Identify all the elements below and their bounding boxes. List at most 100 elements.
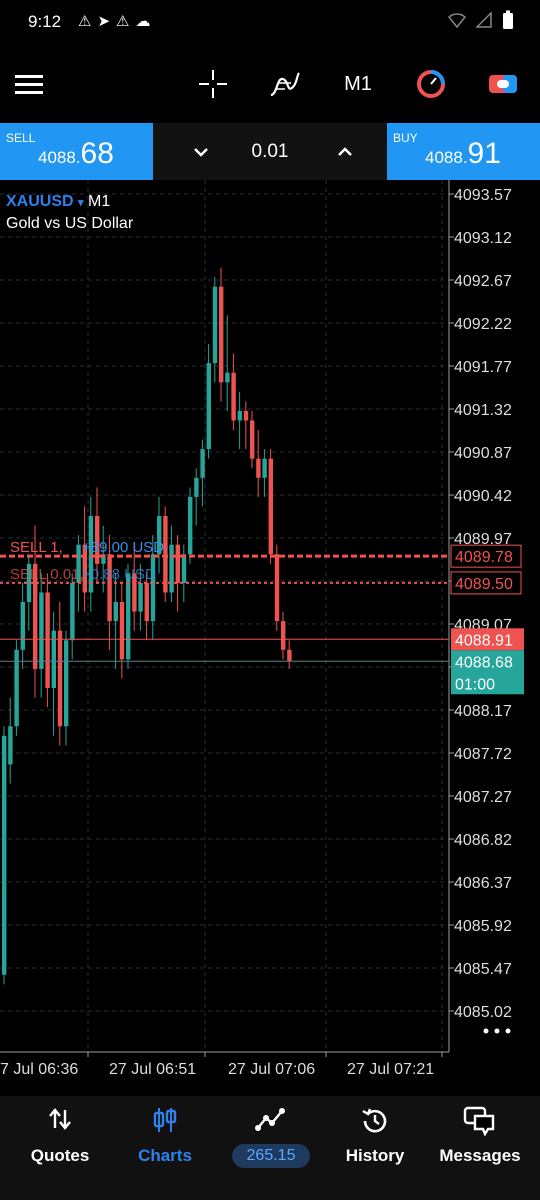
buy-price-pips: 91 bbox=[467, 137, 501, 170]
volume-value[interactable]: 0.01 bbox=[240, 141, 300, 163]
position-profit: +0.88 USD bbox=[82, 566, 156, 583]
chevron-down-icon bbox=[194, 148, 208, 157]
sell-price-main: 4088. bbox=[38, 148, 81, 167]
bottom-navigation: Quotes Charts 265.15 History Messages bbox=[0, 1096, 540, 1200]
symbol-name: XAUUSD bbox=[6, 193, 74, 210]
position-profit: +89.00 USD bbox=[82, 539, 164, 556]
sell-label: SELL bbox=[6, 131, 36, 145]
indicator-icon bbox=[270, 72, 300, 97]
status-time: 9:12 bbox=[28, 12, 62, 31]
crosshair-button[interactable] bbox=[196, 66, 230, 102]
y-tick-label: 4092.67 bbox=[454, 273, 512, 290]
indicators-button[interactable] bbox=[268, 66, 302, 102]
candle-body bbox=[194, 477, 199, 497]
buy-price: 4088.91 bbox=[425, 137, 501, 171]
y-tick-label: 4085.02 bbox=[454, 1004, 512, 1021]
chart-symbol[interactable]: XAUUSD ▾ M1 bbox=[6, 193, 110, 211]
volume-control: 0.01 bbox=[170, 123, 370, 180]
menu-button[interactable] bbox=[12, 66, 46, 102]
charts-icon bbox=[153, 1108, 177, 1132]
sell-price: 4088.68 bbox=[38, 137, 114, 171]
sell-button[interactable]: SELL 4088.68 bbox=[0, 123, 153, 180]
candle-body bbox=[144, 582, 149, 622]
y-tick-label: 4091.77 bbox=[454, 359, 512, 376]
x-tick-label: 27 Jul 07:21 bbox=[347, 1061, 434, 1078]
symbol-description: Gold vs US Dollar bbox=[6, 215, 134, 232]
nav-history[interactable]: History bbox=[321, 1096, 429, 1200]
buy-label: BUY bbox=[393, 131, 418, 145]
x-tick-label: 27 Jul 07:06 bbox=[228, 1061, 315, 1078]
new-order-button[interactable] bbox=[486, 66, 520, 102]
nav-charts[interactable]: Charts bbox=[111, 1096, 219, 1200]
nav-trade[interactable]: 265.15 bbox=[216, 1096, 324, 1200]
status-bar: 9:12 ⚠➤⚠☁ bbox=[0, 0, 540, 44]
candle-body bbox=[181, 554, 187, 583]
y-tick-label: 4090.42 bbox=[454, 488, 512, 505]
signal-icon bbox=[476, 12, 492, 28]
candle-body bbox=[8, 726, 13, 765]
bar-countdown-label: 01:00 bbox=[455, 676, 495, 693]
x-tick-label: 27 Jul 06:51 bbox=[109, 1061, 196, 1078]
candle-body bbox=[237, 410, 242, 421]
bid-price-label: 4088.68 bbox=[455, 654, 513, 671]
volume-increase-button[interactable] bbox=[330, 137, 360, 167]
candle-body bbox=[150, 554, 156, 622]
y-tick-label: 4087.72 bbox=[454, 746, 512, 763]
y-tick-label: 4085.92 bbox=[454, 918, 512, 935]
candle-body bbox=[70, 582, 75, 641]
y-tick-label: 4086.37 bbox=[454, 875, 512, 892]
price-chart[interactable]: 4093.57 4093.12 4092.67 4092.22 4091.77 4091.… bbox=[0, 180, 540, 1080]
buy-button[interactable]: BUY 4088.91 bbox=[387, 123, 540, 180]
candle-body bbox=[281, 621, 286, 650]
candle-body bbox=[113, 602, 118, 622]
more-options-dot[interactable] bbox=[505, 1028, 511, 1034]
candle-body bbox=[250, 420, 255, 459]
candle-body bbox=[175, 544, 180, 583]
candle-body bbox=[206, 363, 211, 450]
symbol-dropdown-icon: ▾ bbox=[78, 197, 84, 209]
system-icons bbox=[448, 10, 514, 30]
timeframe-button[interactable]: M1 bbox=[338, 66, 378, 102]
nav-quotes[interactable]: Quotes bbox=[6, 1096, 114, 1200]
volume-decrease-button[interactable] bbox=[186, 137, 216, 167]
y-tick-label: 4087.27 bbox=[454, 789, 512, 806]
one-click-trading-button[interactable] bbox=[414, 66, 448, 102]
wifi-icon bbox=[448, 13, 466, 28]
candle-body bbox=[20, 602, 25, 650]
nav-quotes-label: Quotes bbox=[30, 1146, 90, 1165]
history-icon bbox=[362, 1108, 387, 1133]
ask-price-label: 4088.91 bbox=[455, 632, 513, 649]
position-price-label: 4089.78 bbox=[455, 549, 513, 566]
x-tick-label: 7 Jul 06:36 bbox=[0, 1061, 78, 1078]
candle-body bbox=[64, 640, 69, 727]
one-click-trading-icon bbox=[417, 70, 445, 98]
more-options-dot[interactable] bbox=[483, 1028, 489, 1034]
y-tick-label: 4086.82 bbox=[454, 832, 512, 849]
warning-icon: ⚠ bbox=[116, 13, 136, 30]
trade-bar: SELL 4088.68 0.01 BUY 4088.91 bbox=[0, 123, 540, 180]
y-tick-label: 4090.87 bbox=[454, 445, 512, 462]
y-tick-label: 4093.57 bbox=[454, 187, 512, 204]
candle-body bbox=[256, 458, 261, 478]
candle-body bbox=[119, 602, 125, 660]
nav-messages-label: Messages bbox=[439, 1146, 521, 1165]
trade-icon bbox=[489, 75, 517, 93]
y-tick-label: 4085.47 bbox=[454, 961, 512, 978]
position-price-label: 4089.50 bbox=[455, 576, 513, 593]
more-options-dot[interactable] bbox=[494, 1028, 500, 1034]
candle-body bbox=[126, 573, 131, 660]
candle-body bbox=[219, 286, 224, 383]
nav-messages[interactable]: Messages bbox=[426, 1096, 534, 1200]
candle-body bbox=[231, 372, 236, 421]
y-tick-label: 4092.22 bbox=[454, 316, 512, 333]
candle-body bbox=[107, 554, 112, 622]
candle-body bbox=[45, 592, 50, 689]
position-label: SELL 0.01, bbox=[10, 566, 84, 583]
nav-history-label: History bbox=[345, 1146, 405, 1165]
messages-icon bbox=[463, 1106, 495, 1136]
chart-timeframe: M1 bbox=[88, 193, 111, 210]
candle-body bbox=[212, 286, 218, 364]
warning-icon: ⚠ bbox=[78, 13, 98, 30]
crosshair-icon bbox=[199, 70, 227, 98]
candle-body bbox=[225, 372, 230, 383]
